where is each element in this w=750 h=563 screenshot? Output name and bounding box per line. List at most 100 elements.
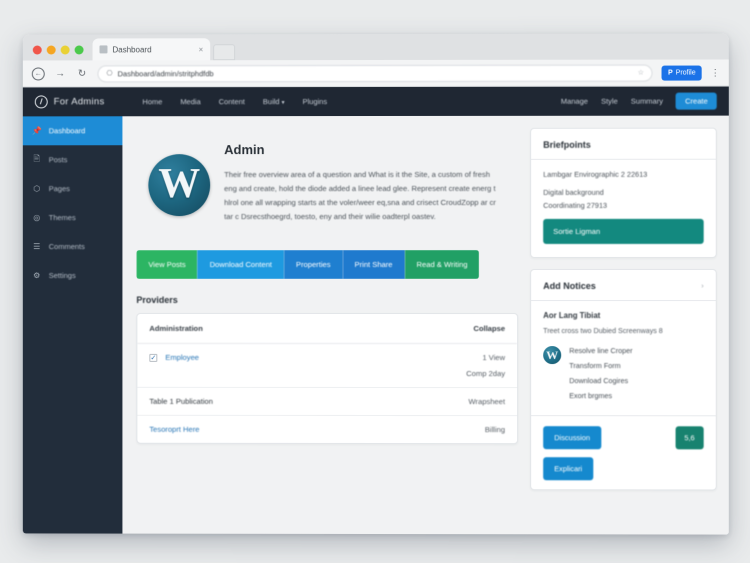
nav-item-plugins[interactable]: Plugins	[303, 97, 328, 106]
wordpress-w-logo-icon: W	[148, 154, 210, 216]
sidebar-item-label: Posts	[49, 155, 68, 164]
sidebar-item-themes[interactable]: ◎ Themes	[23, 203, 123, 232]
discussion-button[interactable]: Discussion	[543, 427, 601, 450]
tab-close-icon[interactable]: ×	[199, 45, 204, 54]
close-window-button[interactable]	[33, 46, 42, 55]
address-bar-url: Dashboard/admin/stritphdfdb	[118, 68, 633, 78]
divider	[531, 416, 716, 417]
side-column: Briefpoints Lambgar Envirographic 2 2261…	[530, 116, 717, 535]
nav-item-home[interactable]: Home	[142, 97, 162, 106]
sidebar-item-dashboard[interactable]: 📌 Dashboard	[23, 116, 123, 145]
count-button[interactable]: 5,6	[675, 427, 703, 450]
divider	[531, 300, 716, 301]
tab-favicon-icon	[100, 45, 108, 53]
sidebar-item-comments[interactable]: ☰ Comments	[23, 232, 123, 261]
add-notices-card: Add Notices › Aor Lang Tibiat Treet cros…	[530, 269, 717, 491]
browser-tabstrip: Dashboard ×	[23, 33, 729, 60]
card-title-text: Briefpoints	[543, 140, 591, 150]
browser-tab[interactable]: Dashboard ×	[93, 38, 211, 60]
profile-label: Profile	[676, 69, 696, 76]
fullscreen-window-button[interactable]	[75, 45, 84, 54]
nav-item-content[interactable]: Content	[219, 97, 245, 106]
card-line: Coordinating 27913	[543, 201, 704, 210]
wordpress-logo-icon	[35, 95, 48, 108]
view-posts-button[interactable]: View Posts	[136, 250, 197, 279]
zoom-window-button[interactable]	[61, 45, 70, 54]
sidebar-item-label: Dashboard	[49, 126, 86, 135]
card-line: Digital background	[543, 188, 704, 197]
profile-button[interactable]: P Profile	[662, 65, 702, 80]
wordpress-mini-logo-icon: W	[543, 346, 561, 364]
welcome-paragraph: Their free overview area of a question a…	[224, 168, 502, 224]
address-bar[interactable]: ⎔ Dashboard/admin/stritphdfdb ☆	[98, 64, 653, 82]
back-icon[interactable]: ←	[32, 67, 45, 80]
browser-menu-icon[interactable]: ⋮	[711, 67, 720, 78]
read-writing-button[interactable]: Read & Writing	[405, 250, 480, 279]
top-nav: Home Media Content Build ▾ Plugins	[142, 97, 327, 106]
nav-item-summary[interactable]: Summary	[631, 97, 663, 106]
tab-title: Dashboard	[112, 45, 193, 54]
table-header-row: Administration Collapse	[137, 314, 517, 344]
bookmark-star-icon[interactable]: ☆	[638, 69, 644, 77]
briefpoints-card: Briefpoints Lambgar Envirographic 2 2261…	[530, 128, 717, 258]
nav-item-style[interactable]: Style	[601, 97, 618, 106]
minimize-window-button[interactable]	[47, 45, 56, 54]
window-controls[interactable]	[31, 45, 93, 60]
row-right-value: Wrapsheet	[468, 397, 505, 406]
column-header-administration: Administration	[149, 324, 473, 333]
plugin-line: Transform Form	[569, 362, 703, 371]
table-heading: Providers	[136, 295, 518, 305]
pages-icon: ⬡	[32, 184, 42, 194]
site-brand[interactable]: For Admins	[35, 95, 105, 108]
admin-content: W Admin Their free overview area of a qu…	[122, 87, 728, 535]
sidebar-item-settings[interactable]: ⚙ Settings	[23, 261, 123, 290]
notice-heading: Aor Lang Tibiat	[543, 311, 704, 320]
admin-sidebar: 📌 Dashboard 🖹 Posts ⬡ Pages ◎ Themes ☰ C…	[23, 87, 123, 533]
table-row[interactable]: Table 1 Publication Wrapsheet	[137, 388, 517, 416]
pin-icon: 📌	[32, 126, 42, 136]
sidebar-item-label: Pages	[49, 184, 70, 193]
chevron-right-icon[interactable]: ›	[701, 282, 703, 289]
explicari-button[interactable]: Explicari	[543, 458, 593, 481]
row-link[interactable]: Employee	[165, 353, 199, 362]
create-button[interactable]: Create	[676, 93, 717, 110]
row-link[interactable]: Tesoroprt Here	[149, 425, 199, 434]
nav-item-media[interactable]: Media	[180, 97, 200, 106]
top-nav-right: Manage Style Summary Create	[561, 93, 717, 110]
plugin-suggestion[interactable]: W Resolve line Croper Transform Form Dow…	[543, 346, 704, 406]
reload-icon[interactable]: ↻	[76, 67, 89, 80]
admin-app: 📌 Dashboard 🖹 Posts ⬡ Pages ◎ Themes ☰ C…	[23, 87, 729, 535]
row-main-cell: Tesoroprt Here	[149, 425, 484, 434]
card-title: Add Notices ›	[543, 281, 704, 291]
sortie-button[interactable]: Sortie Ligman	[543, 219, 704, 244]
print-share-button[interactable]: Print Share	[343, 250, 405, 279]
forward-icon[interactable]: →	[54, 67, 67, 80]
table-row[interactable]: ✓ Employee 1 View Comp 2day	[137, 344, 517, 388]
card-title: Briefpoints	[543, 140, 704, 150]
row-checkbox[interactable]: ✓	[149, 354, 157, 362]
sidebar-item-label: Comments	[49, 242, 85, 251]
download-content-button[interactable]: Download Content	[198, 250, 284, 279]
logo-letter: W	[158, 163, 200, 205]
properties-button[interactable]: Properties	[284, 250, 343, 279]
quick-actions-row: View Posts Download Content Properties P…	[136, 250, 479, 279]
sidebar-item-pages[interactable]: ⬡ Pages	[23, 174, 123, 203]
row-right-value: 1 View	[482, 353, 505, 362]
new-tab-button[interactable]	[213, 44, 235, 60]
welcome-panel: W Admin Their free overview area of a qu…	[132, 128, 518, 240]
main-column: W Admin Their free overview area of a qu…	[132, 116, 518, 534]
nav-item-build[interactable]: Build ▾	[263, 97, 285, 106]
sidebar-item-label: Themes	[49, 213, 76, 222]
row-right-subvalue: Comp 2day	[466, 369, 505, 378]
sidebar-item-label: Settings	[49, 271, 76, 280]
sidebar-item-posts[interactable]: 🖹 Posts	[23, 145, 123, 174]
nav-item-manage[interactable]: Manage	[561, 97, 588, 106]
brand-name: For Admins	[54, 96, 105, 107]
site-info-icon[interactable]: ⎔	[106, 69, 112, 77]
plugin-lines: Resolve line Croper Transform Form Downl…	[569, 346, 703, 406]
providers-table: Administration Collapse ✓ Employee 1 Vie…	[136, 313, 518, 444]
table-row[interactable]: Tesoroprt Here Billing	[137, 416, 517, 443]
welcome-body: Admin Their free overview area of a ques…	[224, 142, 502, 224]
column-header-collapse[interactable]: Collapse	[473, 324, 505, 333]
card-button-row: Discussion 5,6	[543, 427, 704, 450]
